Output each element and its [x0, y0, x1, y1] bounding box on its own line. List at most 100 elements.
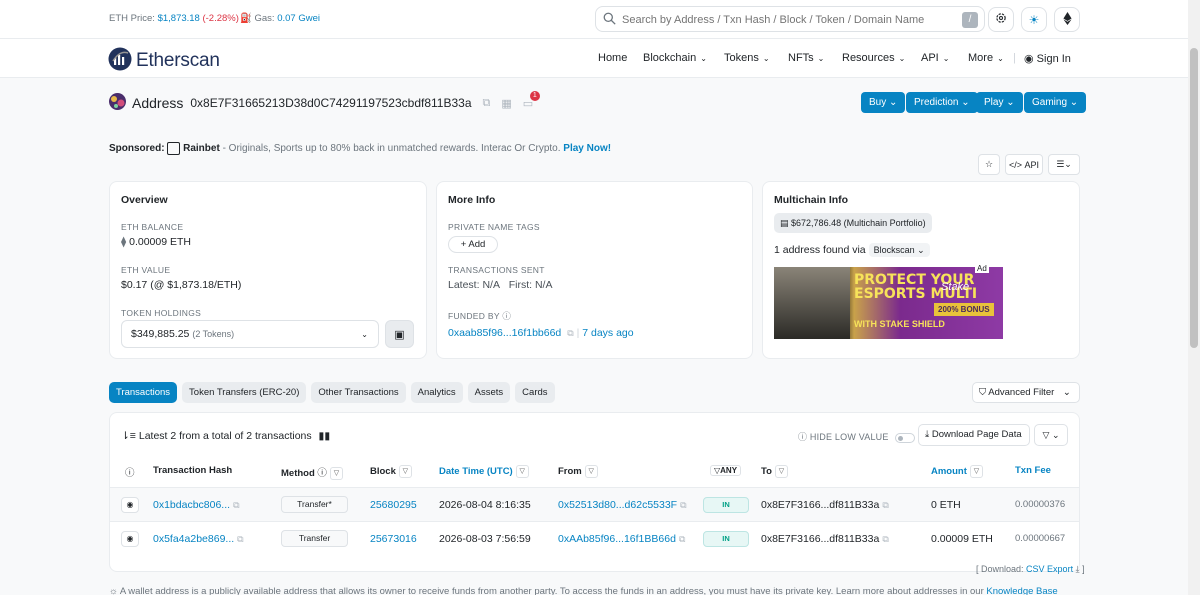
- favorite-button[interactable]: ☆: [978, 154, 1000, 175]
- funded-by-label-text: FUNDED BY: [448, 311, 500, 321]
- multichain-portfolio-value: $672,786.48 (Multichain Portfolio): [791, 218, 926, 228]
- copy-icon[interactable]: ⧉: [882, 534, 888, 545]
- gaming-button[interactable]: Gaming ⌄: [1024, 92, 1087, 113]
- more-options-button[interactable]: ☰ ⌄: [1048, 154, 1080, 175]
- search-box[interactable]: /: [595, 6, 985, 32]
- filter-icon[interactable]: ▽: [969, 465, 983, 478]
- tab-other-transactions[interactable]: Other Transactions: [311, 382, 406, 403]
- copy-icon[interactable]: ⧉: [567, 328, 573, 339]
- block-link[interactable]: 25680295: [370, 499, 417, 511]
- sign-in-link[interactable]: ◉ Sign In: [1024, 52, 1071, 65]
- copy-icon[interactable]: ⧉: [680, 500, 686, 511]
- eth-balance: ⧫ 0.00009 ETH: [121, 236, 191, 248]
- filter-icon[interactable]: ▽: [515, 465, 529, 478]
- hide-low-value-label: HIDE LOW VALUE: [809, 432, 889, 442]
- header-datetime[interactable]: Date Time (UTC) ▽: [439, 465, 529, 478]
- api-button-label: API: [1024, 159, 1040, 170]
- token-holdings-view-button[interactable]: ▣: [385, 320, 414, 348]
- multichain-portfolio-badge[interactable]: ▤ $672,786.48 (Multichain Portfolio): [774, 213, 932, 233]
- hide-low-value-toggle[interactable]: [895, 432, 916, 443]
- nav-more[interactable]: More ⌄: [968, 52, 1004, 64]
- copy-icon[interactable]: ⧉: [237, 534, 243, 545]
- tab-transactions[interactable]: Transactions: [109, 382, 178, 403]
- csv-export-prefix: [ Download:: [976, 564, 1024, 574]
- chevron-down-icon: ⌄: [917, 245, 925, 255]
- page-scrollbar[interactable]: [1188, 0, 1200, 595]
- main-nav: Etherscan Home Blockchain ⌄ Tokens ⌄ NFTs ⌄…: [0, 39, 1188, 78]
- transactions-summary-text: Latest 2 from a total of 2 transactions: [138, 430, 312, 442]
- overview-card: Overview ETH BALANCE ⧫ 0.00009 ETH ETH V…: [109, 181, 427, 359]
- overview-title: Overview: [121, 194, 168, 206]
- nav-api-label: API: [921, 52, 939, 64]
- nav-api[interactable]: API ⌄: [921, 52, 949, 64]
- sponsor-cta-link[interactable]: Play Now!: [563, 143, 611, 154]
- nav-nfts[interactable]: NFTs ⌄: [788, 52, 824, 64]
- funded-by-address-link[interactable]: 0xaab85f96...16f1bb66d: [448, 327, 561, 339]
- buy-button[interactable]: Buy ⌄: [861, 92, 906, 113]
- network-button[interactable]: [1054, 7, 1080, 32]
- blockscan-dropdown[interactable]: Blockscan ⌄: [868, 243, 930, 257]
- eye-icon[interactable]: ◉: [121, 531, 139, 547]
- filter-icon[interactable]: ▽: [398, 465, 412, 478]
- settings-button[interactable]: [988, 7, 1014, 32]
- bar-chart-icon[interactable]: ▮▮: [319, 430, 331, 442]
- tab-analytics[interactable]: Analytics: [410, 382, 463, 403]
- tab-assets[interactable]: Assets: [467, 382, 511, 403]
- header-txn-fee[interactable]: Txn Fee: [1015, 465, 1051, 476]
- transactions-summary: ⇂≡ Latest 2 from a total of 2 transactio…: [121, 430, 330, 442]
- star-icon: ☆: [984, 159, 994, 169]
- block-link[interactable]: 25673016: [370, 533, 417, 545]
- gas-value[interactable]: 0.07 Gwei: [277, 13, 320, 24]
- column-filter-button[interactable]: ▽ ⌄: [1034, 424, 1068, 446]
- funded-by-time-link[interactable]: 7 days ago: [582, 327, 633, 339]
- direction-filter[interactable]: ▽ANY: [710, 465, 742, 476]
- nav-resources[interactable]: Resources ⌄: [842, 52, 905, 64]
- txn-hash-link[interactable]: 0x5fa4a2be869...: [153, 533, 234, 545]
- comment-icon[interactable]: ▭ 1: [523, 90, 540, 110]
- from-address-link[interactable]: 0x52513d80...d62c5533F: [558, 499, 677, 511]
- header-amount[interactable]: Amount ▽: [931, 465, 983, 478]
- header-datetime-label: Date Time (UTC): [439, 466, 513, 478]
- sign-in-label: Sign In: [1036, 53, 1071, 65]
- token-holdings-value: $349,885.25: [131, 328, 190, 340]
- txn-hash-link[interactable]: 0x1bdacbc806...: [153, 499, 230, 511]
- qr-code-icon[interactable]: ▦: [501, 97, 511, 110]
- etherscan-logo-text: Etherscan: [136, 49, 220, 71]
- multichain-found: 1 address found via Blockscan ⌄: [774, 243, 930, 257]
- eye-icon[interactable]: ◉: [121, 497, 139, 513]
- stake-advertisement[interactable]: PROTECT YOUR ESPORTS MULTI WITH STAKE SHI…: [774, 267, 1003, 339]
- txn-hash: 0x1bdacbc806... ⧉: [153, 499, 240, 511]
- copy-icon[interactable]: ⧉: [679, 534, 685, 545]
- theme-toggle-button[interactable]: ☀: [1021, 7, 1047, 32]
- api-button[interactable]: </> API: [1005, 154, 1043, 175]
- tab-cards[interactable]: Cards: [515, 382, 555, 403]
- copy-icon[interactable]: ⧉: [882, 500, 888, 511]
- add-private-tag-button[interactable]: + Add: [448, 236, 498, 253]
- filter-icon[interactable]: ▽: [774, 465, 788, 478]
- nav-blockchain[interactable]: Blockchain ⌄: [643, 52, 707, 64]
- etherscan-logo[interactable]: Etherscan: [108, 47, 220, 74]
- eth-price-value[interactable]: $1,873.18: [158, 13, 200, 24]
- tab-token-transfers[interactable]: Token Transfers (ERC-20): [182, 382, 307, 403]
- nav-home[interactable]: Home: [598, 52, 627, 64]
- from-address-link[interactable]: 0xAAb85f96...16f1BB66d: [558, 533, 676, 545]
- token-holdings-dropdown[interactable]: $349,885.25 (2 Tokens) ⌄: [121, 320, 379, 348]
- chevron-down-icon: ⌄: [1069, 97, 1079, 108]
- eth-price-change: (-2.28%): [202, 13, 239, 24]
- copy-icon[interactable]: ⧉: [233, 500, 239, 511]
- advanced-filter-button[interactable]: ⛉ Advanced Filter ⌄: [972, 382, 1080, 403]
- prediction-button[interactable]: Prediction ⌄: [906, 92, 978, 113]
- chevron-down-icon: ⌄: [700, 54, 707, 63]
- search-input[interactable]: [622, 11, 952, 28]
- play-button[interactable]: Play ⌄: [976, 92, 1023, 113]
- csv-export-link[interactable]: CSV Export: [1026, 564, 1073, 574]
- filter-icon[interactable]: ▽: [584, 465, 598, 478]
- knowledge-base-link[interactable]: Knowledge Base: [986, 586, 1057, 595]
- filter-icon[interactable]: ▽: [329, 466, 343, 480]
- copy-icon[interactable]: ⧉: [483, 97, 491, 110]
- help-icon[interactable]: ⓘ: [125, 465, 135, 479]
- nav-tokens[interactable]: Tokens ⌄: [724, 52, 770, 64]
- user-icon: ◉: [1024, 53, 1034, 65]
- scrollbar-thumb[interactable]: [1190, 48, 1198, 348]
- download-page-data-button[interactable]: ⤓ Download Page Data: [918, 424, 1030, 446]
